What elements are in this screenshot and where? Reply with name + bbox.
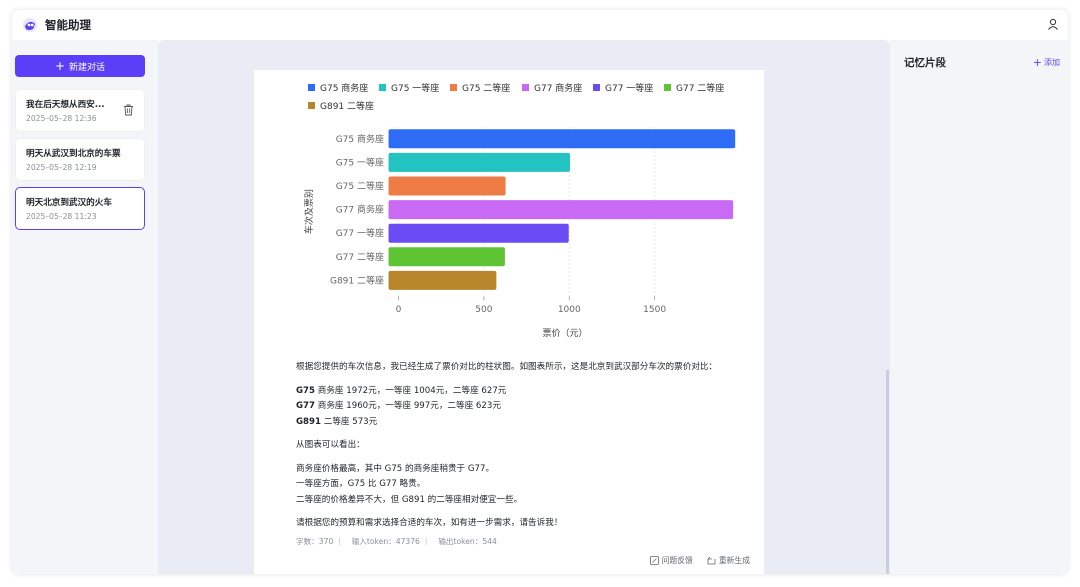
answer-text: 根据您提供的车次信息，我已经生成了票价对比的柱状图。如图表所示，这是北京到武汉部… — [296, 360, 746, 549]
legend-swatch — [593, 84, 600, 91]
add-memory-label: 添加 — [1044, 58, 1060, 67]
price-detail: 商务座 1960元，一等座 997元，二等座 623元 — [315, 401, 501, 411]
legend-label: G77 商务座 — [534, 82, 582, 94]
price-detail: 商务座 1972元，一等座 1004元，二等座 627元 — [315, 385, 507, 396]
conversation-title: 明天从武汉到北京的车票 — [26, 149, 121, 159]
input-token-count: 输入token：47376 ｜ — [351, 536, 430, 546]
observation-point: 二等座的价格差异不大，但 G891 的二等座相对便宜一些。 — [296, 494, 523, 505]
price-line: G891 二等座 573元 — [296, 415, 746, 431]
train-name: G891 — [296, 416, 321, 427]
legend-label: G891 二等座 — [320, 100, 374, 112]
category-label: G75 一等座 — [336, 156, 384, 168]
conversation-title: 我在后天想从西安... — [26, 100, 105, 110]
bar — [388, 152, 570, 172]
observation-list: 商务座价格最高，其中 G75 的商务座稍贵于 G77。 一等座方面，G75 比 … — [296, 462, 746, 509]
trash-icon[interactable] — [123, 104, 134, 116]
bar — [388, 270, 497, 290]
regenerate-button[interactable]: 重新生成 — [707, 555, 750, 566]
conversation-title: 明天北京到武汉的火车 — [26, 198, 112, 208]
legend-label: G77 二等座 — [676, 82, 724, 94]
conversation-item[interactable]: 明天从武汉到北京的车票 2025–05–28 12:19 — [15, 138, 145, 181]
output-token-count: 输出token：544 — [438, 536, 497, 546]
category-label: G891 二等座 — [330, 274, 384, 286]
price-bar-chart: G75 商务座 G75 一等座 G75 二等座 G77 商务座 G77 一等座 G77 二… — [303, 82, 736, 339]
app-header: 智能助理 — [12, 10, 1068, 40]
observation-point: 一等座方面，G75 比 G77 略贵。 — [296, 479, 426, 489]
x-tick-label: 500 — [475, 305, 492, 315]
sidebar: + 新建对话 我在后天想从西安... 2025–05–28 12:36 明天从武… — [12, 40, 158, 574]
legend-label: G75 一等座 — [391, 82, 439, 94]
answer-actions: 问题反馈 重新生成 — [649, 555, 750, 566]
bar — [388, 129, 736, 149]
answer-card: G75 商务座 G75 一等座 G75 二等座 G77 商务座 G77 一等座 G77 二… — [254, 70, 764, 574]
bar — [388, 223, 569, 243]
train-name: G77 — [296, 401, 316, 411]
char-count: 字数：370 ｜ — [296, 536, 344, 546]
train-name: G75 — [296, 385, 316, 396]
conversation-time: 2025–05–28 12:19 — [26, 163, 97, 172]
legend-label: G75 二等座 — [462, 82, 510, 94]
y-axis-label: 车次及票别 — [303, 189, 315, 234]
conversation-item-active[interactable]: 明天北京到武汉的火车 2025–05–28 11:23 — [15, 187, 145, 230]
conversation-item[interactable]: 我在后天想从西安... 2025–05–28 12:36 — [15, 89, 145, 132]
legend-swatch — [379, 84, 386, 91]
legend-swatch — [308, 102, 315, 109]
legend-swatch — [308, 84, 315, 91]
legend-swatch — [450, 84, 457, 91]
price-line: G77 商务座 1960元，一等座 997元，二等座 623元 — [296, 399, 746, 415]
bar — [388, 200, 734, 220]
new-chat-label: 新建对话 — [69, 62, 106, 73]
observation-point: 商务座价格最高，其中 G75 的商务座稍贵于 G77。 — [296, 463, 495, 474]
add-memory-button[interactable]: + 添加 — [1033, 57, 1060, 68]
legend-swatch — [664, 84, 671, 91]
token-meta: 字数：370 ｜ 输入token：47376 ｜ 输出token：544 — [296, 534, 746, 550]
app-window: 智能助理 + 新建对话 我在后天想从西安... 2025–05–28 12:36… — [12, 10, 1068, 574]
feedback-label: 问题反馈 — [661, 556, 693, 565]
legend-swatch — [522, 84, 529, 91]
category-label: G77 一等座 — [336, 227, 384, 239]
category-label: G77 二等座 — [336, 251, 384, 263]
answer-intro: 根据您提供的车次信息，我已经生成了票价对比的柱状图。如图表所示，这是北京到武汉部… — [296, 362, 718, 372]
memory-panel: 记忆片段 + 添加 — [890, 40, 1068, 574]
price-list: G75 商务座 1972元，一等座 1004元，二等座 627元 G77 商务座… — [296, 384, 746, 431]
memory-panel-title: 记忆片段 — [904, 57, 946, 69]
regenerate-label: 重新生成 — [718, 556, 750, 565]
plus-icon: + — [54, 59, 66, 73]
plus-icon: + — [1032, 56, 1042, 69]
new-chat-button[interactable]: + 新建对话 — [15, 55, 145, 77]
bar — [388, 176, 506, 196]
category-label: G77 商务座 — [336, 204, 384, 216]
category-label: G75 商务座 — [336, 133, 384, 145]
conversation-time: 2025–05–28 12:36 — [26, 114, 97, 123]
price-detail: 二等座 573元 — [321, 416, 378, 427]
refresh-icon — [707, 556, 716, 565]
feedback-button[interactable]: 问题反馈 — [649, 555, 693, 566]
price-line: G75 商务座 1972元，一等座 1004元，二等座 627元 — [296, 384, 746, 400]
x-tick-label: 1500 — [643, 305, 666, 315]
bar — [388, 247, 505, 267]
answer-closing: 请根据您的预算和需求选择合适的车次，如有进一步需求，请告诉我！ — [296, 518, 563, 528]
x-axis-label: 票价（元） — [542, 328, 587, 339]
legend-label: G77 一等座 — [605, 82, 653, 94]
x-tick-label: 0 — [396, 305, 402, 315]
robot-logo-icon — [23, 18, 37, 32]
user-icon[interactable] — [1046, 17, 1060, 31]
edit-icon — [649, 556, 659, 565]
x-tick-label: 1000 — [558, 305, 581, 315]
conversation-time: 2025–05–28 11:23 — [26, 212, 97, 221]
category-label: G75 二等座 — [336, 180, 384, 192]
scrollbar[interactable] — [886, 370, 889, 574]
legend-label: G75 商务座 — [320, 82, 368, 94]
app-title: 智能助理 — [45, 18, 91, 32]
answer-observe: 从图表可以看出： — [296, 440, 365, 450]
